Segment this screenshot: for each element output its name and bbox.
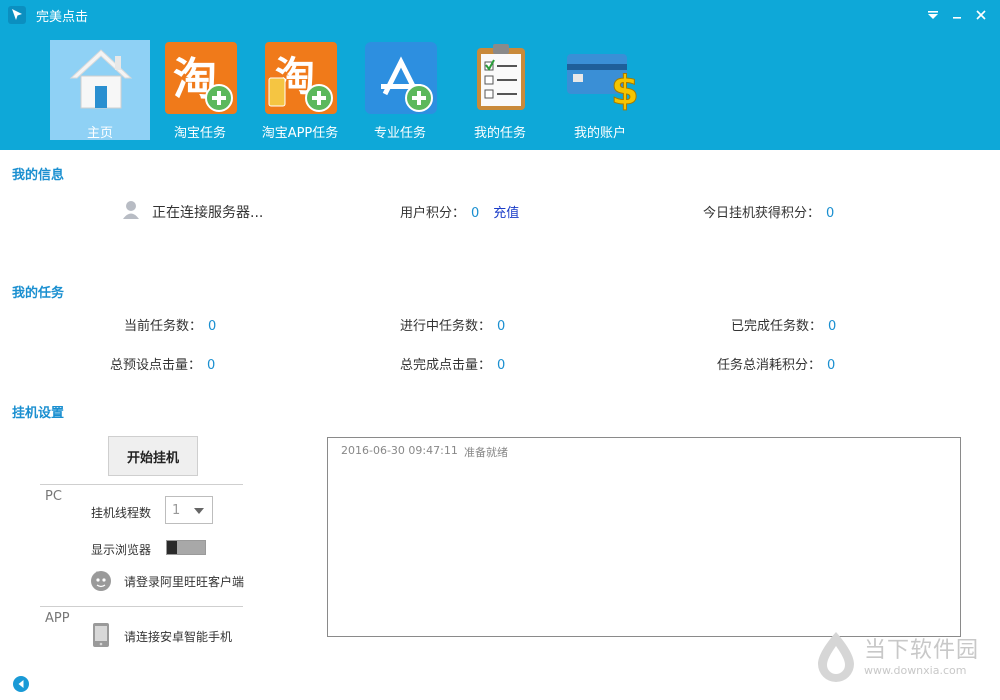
tab-taobao-tasks[interactable]: 淘 淘宝任务 xyxy=(150,40,250,141)
tab-taobao-app-tasks[interactable]: 淘 淘宝APP任务 xyxy=(250,40,350,141)
inprogress-task-count: 进行中任务数： 0 xyxy=(400,315,505,334)
spent-points-total-label: 任务总消耗积分： xyxy=(717,358,822,373)
log-entry-message: 准备就绪 xyxy=(464,446,508,459)
pc-group-label: PC xyxy=(45,489,62,504)
done-click-total: 总完成点击量： 0 xyxy=(400,354,505,373)
watermark-url: www.downxia.com xyxy=(864,664,967,677)
tab-my-account[interactable]: $ 我的账户 xyxy=(550,40,650,141)
home-icon xyxy=(69,49,133,109)
current-task-count: 当前任务数： 0 xyxy=(124,315,216,334)
recharge-link[interactable]: 充值 xyxy=(493,206,519,221)
preset-click-total: 总预设点击量： 0 xyxy=(110,354,215,373)
done-task-count: 已完成任务数： 0 xyxy=(731,315,836,334)
threads-label: 挂机线程数 xyxy=(91,506,152,520)
minimize-icon[interactable] xyxy=(946,4,968,26)
log-panel[interactable]: 2016-06-30 09:47:11 准备就绪 xyxy=(327,437,961,637)
preset-click-total-value: 0 xyxy=(207,358,216,373)
watermark-name: 当下软件园 xyxy=(864,638,980,663)
back-arrow-icon[interactable] xyxy=(12,675,30,693)
tab-my-tasks[interactable]: 我的任务 xyxy=(450,40,550,141)
current-task-count-label: 当前任务数： xyxy=(124,319,203,334)
wangwang-icon xyxy=(91,571,111,591)
app-divider xyxy=(40,606,243,607)
section-title-settings: 挂机设置 xyxy=(12,406,65,421)
taobao-add-icon: 淘 xyxy=(165,42,237,114)
done-task-count-value: 0 xyxy=(828,319,837,334)
threads-select[interactable]: 1 xyxy=(165,496,213,524)
today-points-value: 0 xyxy=(826,206,835,221)
connection-status: 正在连接服务器... xyxy=(152,205,264,221)
wangwang-login-hint: 请登录阿里旺旺客户端 xyxy=(124,575,245,589)
show-browser-label: 显示浏览器 xyxy=(91,543,152,557)
tab-taobao-app-tasks-label: 淘宝APP任务 xyxy=(261,126,339,141)
section-title-my-tasks: 我的任务 xyxy=(12,286,65,301)
tab-taobao-tasks-label: 淘宝任务 xyxy=(173,126,226,141)
watermark-logo-icon xyxy=(818,632,854,682)
done-click-total-value: 0 xyxy=(497,358,506,373)
svg-text:$: $ xyxy=(611,68,637,114)
chevron-down-icon xyxy=(194,508,204,514)
menu-icon[interactable] xyxy=(922,4,944,26)
inprogress-task-count-label: 进行中任务数： xyxy=(400,319,492,334)
header-bar: 完美点击 主页 淘 淘宝任务 淘 淘宝APP任务 专业任务 我的任务 $ 我的账… xyxy=(0,0,1000,150)
spent-points-total: 任务总消耗积分： 0 xyxy=(717,354,835,373)
user-points-label: 用户积分： xyxy=(400,206,466,221)
phone-connect-hint: 请连接安卓智能手机 xyxy=(124,630,233,644)
today-points: 今日挂机获得积分： 0 xyxy=(703,202,834,221)
user-points: 用户积分： 0 充值 xyxy=(400,202,519,221)
user-points-value: 0 xyxy=(471,206,480,221)
preset-click-total-label: 总预设点击量： xyxy=(110,358,202,373)
inprogress-task-count-value: 0 xyxy=(497,319,506,334)
done-task-count-label: 已完成任务数： xyxy=(731,319,823,334)
tab-pro-tasks[interactable]: 专业任务 xyxy=(350,40,450,141)
done-click-total-label: 总完成点击量： xyxy=(400,358,492,373)
show-browser-toggle[interactable] xyxy=(166,540,206,555)
close-icon[interactable] xyxy=(970,4,992,26)
watermark: 当下软件园 www.downxia.com xyxy=(812,628,992,688)
cursor-logo-icon xyxy=(8,6,26,24)
card-dollar-icon: $ xyxy=(567,54,637,114)
appstore-add-icon xyxy=(365,42,437,114)
tab-pro-tasks-label: 专业任务 xyxy=(373,126,426,141)
spent-points-total-value: 0 xyxy=(827,358,836,373)
app-group-label: APP xyxy=(45,611,70,626)
tab-my-tasks-label: 我的任务 xyxy=(473,126,526,141)
tab-home-label: 主页 xyxy=(86,126,113,141)
today-points-label: 今日挂机获得积分： xyxy=(703,206,821,221)
threads-select-value: 1 xyxy=(172,503,181,518)
tab-home[interactable]: 主页 xyxy=(50,40,150,141)
phone-icon xyxy=(93,623,109,647)
current-task-count-value: 0 xyxy=(208,319,217,334)
tab-my-account-label: 我的账户 xyxy=(573,126,626,141)
toggle-knob xyxy=(167,541,177,554)
user-avatar-icon xyxy=(123,201,139,219)
title-bar: 完美点击 xyxy=(0,0,1000,30)
window-title: 完美点击 xyxy=(36,10,89,25)
pc-divider xyxy=(40,484,243,485)
clipboard-checklist-icon xyxy=(477,44,525,110)
log-entry-time: 2016-06-30 09:47:11 xyxy=(341,444,458,457)
section-title-my-info: 我的信息 xyxy=(12,168,65,183)
taobao-app-add-icon: 淘 xyxy=(265,42,337,114)
start-idle-button[interactable]: 开始挂机 xyxy=(108,436,198,476)
